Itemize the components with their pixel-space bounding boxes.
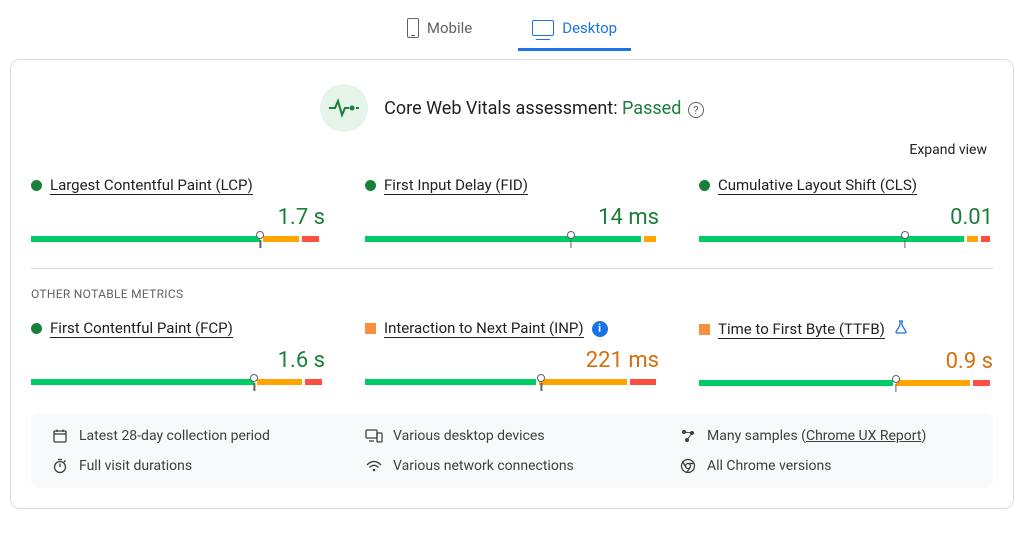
samples-icon (679, 428, 697, 444)
metric: First Input Delay (FID) 14 ms (365, 176, 659, 242)
pulse-icon (320, 84, 368, 132)
metric-name-link[interactable]: Time to First Byte (TTFB) (718, 320, 885, 339)
footer-versions: All Chrome versions (679, 458, 973, 474)
status-dot-green (31, 323, 42, 334)
info-icon[interactable]: i (592, 321, 608, 337)
footer-network: Various network connections (365, 458, 659, 474)
footer-samples: Many samples (Chrome UX Report) (679, 428, 973, 444)
timer-icon (51, 458, 69, 474)
tab-desktop[interactable]: Desktop (518, 8, 631, 51)
assessment-text: Core Web Vitals assessment: Passed ? (384, 98, 704, 119)
assessment-row: Core Web Vitals assessment: Passed ? (31, 84, 993, 132)
status-square-orange (365, 323, 376, 334)
metric: Time to First Byte (TTFB) 0.9 s (699, 319, 993, 386)
desktop-icon (532, 20, 554, 36)
help-icon[interactable]: ? (688, 102, 704, 118)
flask-icon (893, 319, 909, 339)
distribution-bar (699, 236, 993, 242)
metric-value: 1.7 s (31, 205, 325, 230)
assessment-label: Core Web Vitals assessment: (384, 98, 617, 119)
other-metrics-label: OTHER NOTABLE METRICS (31, 287, 993, 301)
network-icon (365, 459, 383, 473)
percentile-marker (567, 231, 575, 239)
footer-devices: Various desktop devices (365, 428, 659, 444)
field-data-card: Core Web Vitals assessment: Passed ? Exp… (10, 59, 1014, 509)
metric-name-link[interactable]: Interaction to Next Paint (INP) (384, 319, 584, 338)
metric-name-link[interactable]: First Contentful Paint (FCP) (50, 319, 233, 338)
primary-metrics-grid: Largest Contentful Paint (LCP) 1.7 s First… (31, 176, 993, 242)
metric-value: 0.01 (699, 205, 993, 230)
expand-view-button[interactable]: Expand view (37, 142, 987, 158)
crux-report-link[interactable]: Chrome UX Report (806, 428, 921, 444)
status-dot-green (699, 180, 710, 191)
metric-name-link[interactable]: Cumulative Layout Shift (CLS) (718, 176, 917, 195)
metric-value: 1.6 s (31, 348, 325, 373)
percentile-marker (901, 231, 909, 239)
distribution-bar (699, 380, 993, 386)
distribution-bar (31, 379, 325, 385)
collection-info-footer: Latest 28-day collection period Various … (31, 414, 993, 488)
tab-desktop-label: Desktop (562, 19, 617, 37)
metric-value: 221 ms (365, 348, 659, 373)
status-dot-green (31, 180, 42, 191)
footer-durations: Full visit durations (51, 458, 345, 474)
metric-value: 0.9 s (699, 349, 993, 374)
metric-name-link[interactable]: First Input Delay (FID) (384, 176, 528, 195)
devices-icon (365, 429, 383, 443)
metric-value: 14 ms (365, 205, 659, 230)
device-tabs: Mobile Desktop (0, 0, 1024, 51)
metric: First Contentful Paint (FCP) 1.6 s (31, 319, 325, 386)
distribution-bar (365, 236, 659, 242)
calendar-icon (51, 428, 69, 444)
status-dot-green (365, 180, 376, 191)
footer-period: Latest 28-day collection period (51, 428, 345, 444)
metric: Cumulative Layout Shift (CLS) 0.01 (699, 176, 993, 242)
mobile-icon (407, 18, 419, 38)
divider (31, 268, 993, 269)
assessment-status: Passed (622, 98, 681, 119)
distribution-bar (31, 236, 325, 242)
metric: Largest Contentful Paint (LCP) 1.7 s (31, 176, 325, 242)
percentile-marker (892, 375, 900, 383)
tab-mobile-label: Mobile (427, 19, 472, 37)
chrome-icon (679, 458, 697, 474)
distribution-bar (365, 379, 659, 385)
metric: Interaction to Next Paint (INP) i 221 ms (365, 319, 659, 386)
other-metrics-grid: First Contentful Paint (FCP) 1.6 s Interac… (31, 319, 993, 386)
tab-mobile[interactable]: Mobile (393, 8, 486, 51)
metric-name-link[interactable]: Largest Contentful Paint (LCP) (50, 176, 253, 195)
status-square-orange (699, 324, 710, 335)
